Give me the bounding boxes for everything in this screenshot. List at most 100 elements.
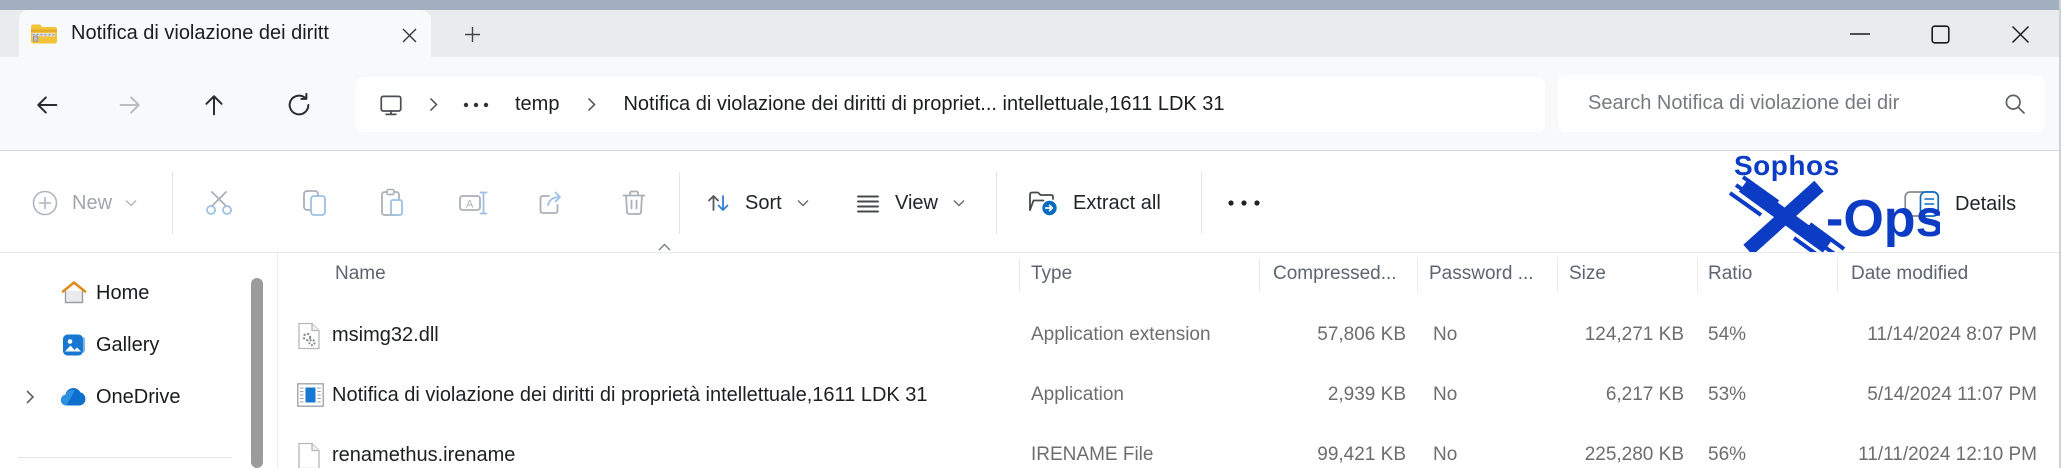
column-headers: Name Type Compressed... Password ... Siz… [278,253,2061,295]
column-separator[interactable] [1417,258,1418,292]
chevron-down-icon [124,196,138,210]
sidebar-item-gallery[interactable]: Gallery [0,327,240,363]
file-ratio: 56% [1708,427,1746,468]
application-icon [296,382,324,408]
window-top-edge [0,0,2061,10]
plus-circle-icon [30,188,60,218]
sidebar-item-label: Home [96,282,149,305]
explorer-tab[interactable]: Notifica di violazione dei diritt [19,10,431,57]
this-pc-icon[interactable] [377,91,405,119]
delete-icon[interactable] [612,181,656,225]
chevron-down-icon [796,196,810,210]
up-icon[interactable] [194,85,234,125]
dll-file-icon [296,321,322,351]
breadcrumb-item-temp[interactable]: temp [515,93,559,116]
tab-close-icon[interactable] [397,23,421,47]
column-header-name[interactable]: Name [335,253,386,295]
file-explorer-window: Notifica di violazione dei diritt [0,0,2061,468]
share-icon[interactable] [529,181,573,225]
extract-all-button-label: Extract all [1073,192,1161,215]
file-compressed-size: 57,806 KB [1151,307,1406,363]
minimize-button[interactable] [1834,15,1886,53]
breadcrumb-item-current-folder[interactable]: Notifica di violazione dei diritti di pr… [623,93,1224,116]
file-row[interactable]: msimg32.dll Application extension 57,806… [278,307,2061,363]
zip-folder-icon [29,21,57,45]
refresh-icon[interactable] [279,85,319,125]
file-name[interactable]: renamethus.irename [332,427,515,468]
sort-ascending-icon [656,241,672,253]
file-row[interactable]: renamethus.irename IRENAME File 99,421 K… [278,427,2061,468]
search-input[interactable] [1586,91,1970,116]
details-button-label: Details [1955,193,2016,216]
file-list-pane: Name Type Compressed... Password ... Siz… [277,253,2061,468]
file-compressed-size: 2,939 KB [1151,367,1406,423]
file-size: 6,217 KB [1484,367,1684,423]
navigation-bar: temp Notifica di violazione dei diritti … [0,57,2061,151]
column-header-date-modified[interactable]: Date modified [1851,253,1968,295]
toolbar-divider [679,172,680,234]
watermark-ops-text: -Ops [1826,190,1940,248]
rename-icon[interactable]: A [451,181,495,225]
breadcrumb-overflow-icon[interactable] [461,97,491,113]
column-separator[interactable] [1837,258,1838,292]
titlebar: Notifica di violazione dei diritt [0,10,2061,57]
view-button[interactable]: View [853,178,966,228]
file-size: 225,280 KB [1484,427,1684,468]
toolbar-divider [996,172,997,234]
extract-all-button[interactable]: Extract all [1026,178,1161,228]
home-icon [60,279,88,307]
file-icon [296,441,322,468]
address-bar[interactable]: temp Notifica di violazione dei diritti … [355,77,1545,132]
sidebar-item-label: OneDrive [96,386,180,409]
column-separator[interactable] [1259,258,1260,292]
sidebar-scrollbar[interactable] [251,278,263,468]
file-size: 124,271 KB [1484,307,1684,363]
view-list-icon [853,188,883,218]
sidebar-item-home[interactable]: Home [0,275,240,311]
column-header-size[interactable]: Size [1569,253,1606,295]
copy-icon[interactable] [293,181,337,225]
file-date-modified: 5/14/2024 11:07 PM [1787,367,2037,423]
back-icon[interactable] [27,85,67,125]
file-password-protected: No [1433,367,1457,423]
breadcrumb-chevron-icon [585,97,597,113]
column-separator[interactable] [1019,258,1020,292]
sidebar-item-label: Gallery [96,334,159,357]
column-header-type[interactable]: Type [1031,253,1072,295]
more-options-icon[interactable] [1222,181,1266,225]
search-icon[interactable] [2001,90,2029,118]
file-name[interactable]: Notifica di violazione dei diritti di pr… [332,367,928,423]
new-button[interactable]: New [30,178,138,228]
column-header-password[interactable]: Password ... [1429,253,1534,295]
chevron-right-icon[interactable] [22,389,38,405]
file-ratio: 53% [1708,367,1746,423]
column-separator[interactable] [1557,258,1558,292]
sidebar-divider [18,457,232,458]
sidebar-item-onedrive[interactable]: OneDrive [0,379,240,415]
watermark-sophos-text: Sophos [1734,150,1840,181]
maximize-button[interactable] [1914,15,1966,53]
forward-icon[interactable] [110,85,150,125]
sidebar: Home Gallery OneDrive [0,253,277,468]
chevron-down-icon [952,196,966,210]
column-separator[interactable] [1697,258,1698,292]
cut-icon[interactable] [197,181,241,225]
file-name[interactable]: msimg32.dll [332,307,439,363]
toolbar-divider [172,172,173,234]
column-header-ratio[interactable]: Ratio [1708,253,1752,295]
sort-button[interactable]: Sort [703,178,810,228]
file-type: Application [1031,367,1124,423]
new-tab-button[interactable] [458,20,486,48]
sophos-xops-watermark: Sophos -Ops [1728,150,1940,252]
column-header-compressed[interactable]: Compressed... [1273,253,1397,295]
view-button-label: View [895,192,938,215]
file-password-protected: No [1433,307,1457,363]
file-ratio: 54% [1708,307,1746,363]
file-password-protected: No [1433,427,1457,468]
extract-folder-icon [1026,187,1060,219]
file-row[interactable]: Notifica di violazione dei diritti di pr… [278,367,2061,423]
tab-title: Notifica di violazione dei diritt [71,22,371,45]
paste-icon[interactable] [371,181,415,225]
search-box[interactable] [1558,75,2045,132]
close-window-button[interactable] [1994,15,2046,53]
